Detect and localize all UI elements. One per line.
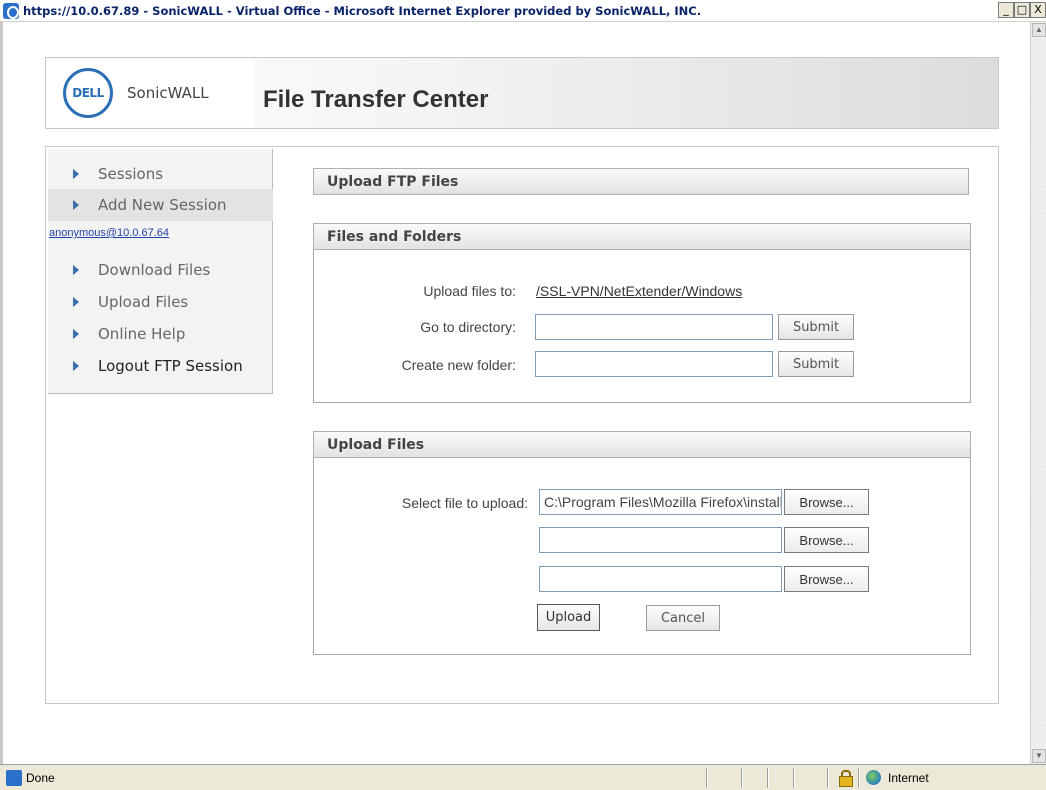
upload-path-link[interactable]: /SSL-VPN/NetExtender/Windows (536, 283, 742, 299)
sidebar-item-logout[interactable]: Logout FTP Session (48, 350, 273, 382)
close-button[interactable]: X (1030, 2, 1046, 18)
status-divider (706, 768, 708, 788)
window-title: https://10.0.67.89 - SonicWALL - Virtual… (23, 3, 702, 18)
select-file-label: Select file to upload: (401, 495, 528, 511)
files-folders-header: Files and Folders (313, 223, 971, 250)
sidebar-item-label: Sessions (98, 165, 164, 183)
minimize-button[interactable]: _ (998, 2, 1014, 18)
triangle-right-icon (73, 169, 79, 179)
file-input-2[interactable] (539, 527, 782, 553)
triangle-right-icon (73, 297, 79, 307)
triangle-right-icon (73, 265, 79, 275)
sidebar-item-label: Download Files (98, 261, 211, 279)
file-input-1[interactable]: C:\Program Files\Mozilla Firefox\install… (539, 489, 782, 515)
page-title: File Transfer Center (263, 86, 489, 113)
session-user-link[interactable]: anonymous@10.0.67.64 (49, 227, 169, 239)
dell-logo: DELL (63, 68, 113, 118)
status-divider (741, 768, 743, 788)
security-zone-text: Internet (888, 771, 929, 785)
window-titlebar: https://10.0.67.89 - SonicWALL - Virtual… (0, 0, 1046, 22)
browse-button-1[interactable]: Browse... (784, 489, 869, 515)
sidebar-item-label: Upload Files (98, 293, 189, 311)
upload-ftp-files-header: Upload FTP Files (313, 168, 969, 195)
sidebar-item-upload-files[interactable]: Upload Files (48, 286, 273, 318)
maximize-button[interactable]: □ (1014, 2, 1030, 18)
sidebar-item-label: Add New Session (98, 196, 227, 214)
triangle-right-icon (73, 200, 79, 210)
browse-button-3[interactable]: Browse... (784, 566, 869, 592)
triangle-right-icon (73, 361, 79, 371)
upload-button[interactable]: Upload (537, 604, 600, 631)
page-header: DELL SonicWALL File Transfer Center (45, 57, 999, 129)
sidebar-nav: Sessions Add New Session anonymous@10.0.… (48, 149, 273, 394)
page-status-icon (6, 769, 22, 786)
goto-directory-label: Go to directory: (420, 319, 516, 335)
status-bar: Done Internet (0, 764, 1046, 790)
goto-submit-button[interactable]: Submit (778, 314, 854, 340)
sidebar-item-online-help[interactable]: Online Help (48, 318, 273, 350)
goto-directory-input[interactable] (535, 314, 773, 340)
sidebar-item-add-new-session[interactable]: Add New Session (48, 189, 273, 221)
upload-files-header: Upload Files (313, 431, 971, 458)
globe-icon (866, 770, 881, 785)
cancel-button[interactable]: Cancel (646, 605, 720, 631)
create-folder-submit-button[interactable]: Submit (778, 351, 854, 377)
create-folder-label: Create new folder: (401, 357, 516, 373)
status-divider (827, 768, 829, 788)
sidebar-item-label: Logout FTP Session (98, 357, 243, 375)
status-divider (767, 768, 769, 788)
sidebar-item-sessions[interactable]: Sessions (48, 158, 273, 190)
logo-area: DELL SonicWALL (47, 59, 254, 127)
scroll-up-icon[interactable]: ▲ (1032, 23, 1046, 37)
window-controls: _ □ X (998, 2, 1046, 18)
status-divider (793, 768, 795, 788)
browse-button-2[interactable]: Browse... (784, 527, 869, 553)
main-panel: Sessions Add New Session anonymous@10.0.… (45, 146, 999, 704)
lock-icon[interactable] (838, 770, 853, 787)
sidebar-item-label: Online Help (98, 325, 186, 343)
create-folder-input[interactable] (535, 351, 773, 377)
ie-icon (3, 2, 19, 19)
sonicwall-logo-text: SonicWALL (127, 84, 209, 102)
vertical-scrollbar[interactable]: ▲ ▼ (1030, 22, 1046, 764)
status-divider (858, 768, 860, 788)
scroll-down-icon[interactable]: ▼ (1032, 749, 1046, 763)
status-text: Done (26, 770, 55, 785)
upload-to-label: Upload files to: (423, 283, 516, 299)
sidebar-item-download-files[interactable]: Download Files (48, 254, 273, 286)
file-input-3[interactable] (539, 566, 782, 592)
triangle-right-icon (73, 329, 79, 339)
